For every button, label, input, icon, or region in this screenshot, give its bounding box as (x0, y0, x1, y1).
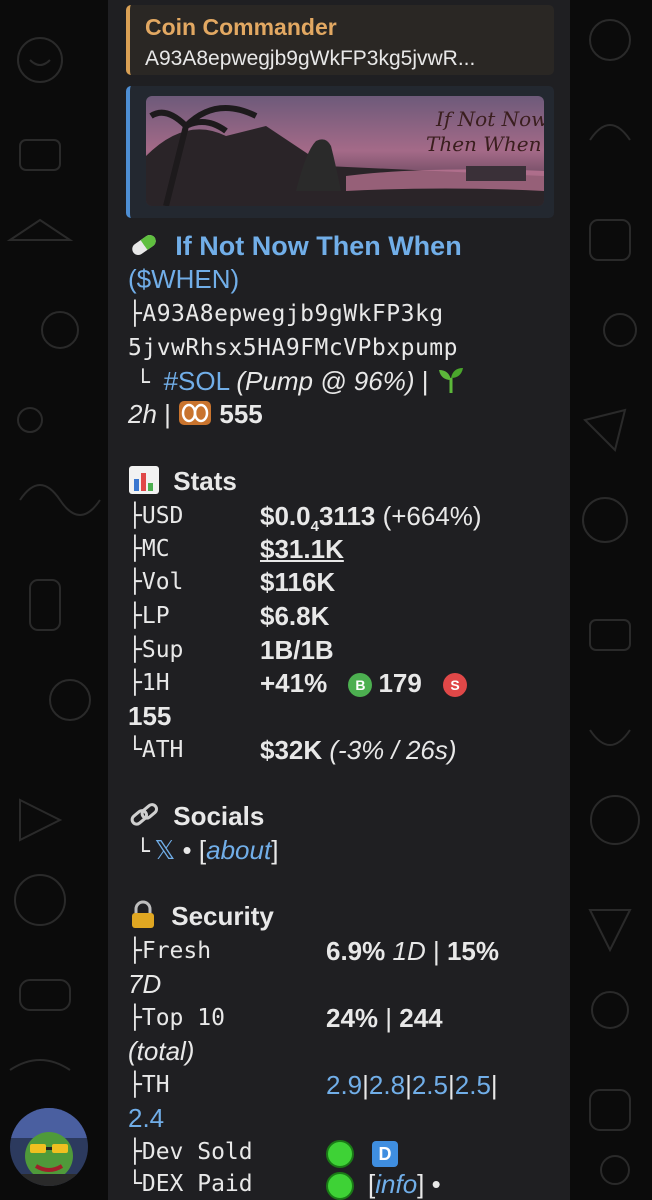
eyes-icon (178, 400, 212, 433)
bracket-close: ] (271, 835, 279, 865)
token-title-line: If Not Now Then When (128, 230, 462, 266)
contract-line-1[interactable]: ├A93A8epwegjb9gWkFP3kg (128, 298, 444, 330)
preview-image-text-2: Then When (426, 132, 541, 156)
stat-label-lp: ├LP (128, 603, 170, 629)
security-value-dex-paid: [info] • (326, 1168, 441, 1200)
age-views-line: 2h | 555 (128, 398, 263, 433)
stat-value-vol: $116K (260, 567, 336, 597)
th-link-3[interactable]: 2.5 (412, 1070, 448, 1100)
info-link[interactable]: info (375, 1169, 417, 1199)
link-preview[interactable]: If Not Now Then When (126, 86, 554, 218)
sell-count: 155 (128, 701, 172, 731)
stat-label-vol: ├Vol (128, 569, 184, 595)
link-icon (128, 800, 160, 837)
stat-label-1h: ├1H (128, 670, 170, 696)
separator: | (156, 399, 179, 429)
about-link[interactable]: about (206, 835, 271, 865)
tree-end: └ (136, 839, 151, 865)
avatar[interactable] (10, 1108, 88, 1186)
socials-title: Socials (173, 801, 265, 832)
chart-icon (128, 465, 160, 502)
token-age: 2h (128, 399, 157, 429)
security-title: Security (171, 901, 274, 932)
reply-author-name: Coin Commander (145, 14, 337, 40)
stat-label-usd: ├USD (128, 503, 184, 529)
seedling-icon (436, 366, 466, 401)
bullet: • (424, 1169, 441, 1199)
reply-text: A93A8epwegjb9gWkFP3kg5jvwR... (145, 47, 476, 70)
lock-icon (128, 900, 158, 937)
top10-total-note: (total) (128, 1036, 195, 1066)
preview-image-text-1: If Not Now (435, 107, 544, 131)
security-heading: Security (128, 900, 274, 937)
security-value-fresh: 6.9% 1D | 15% (326, 936, 499, 966)
fresh-7d-unit: 7D (128, 969, 162, 999)
pill-icon (128, 231, 160, 266)
security-value-dev-sold: D (326, 1136, 398, 1169)
th-link-1[interactable]: 2.9 (326, 1070, 362, 1100)
stat-value-lp: $6.8K (260, 601, 330, 631)
stat-value-mc[interactable]: $31.1K (260, 533, 344, 565)
security-label-th: ├TH (128, 1072, 170, 1098)
green-circle-icon (326, 1140, 354, 1169)
buy-count: 179 (378, 668, 422, 698)
stat-value-ath: $32K (-3% / 26s) (260, 735, 457, 765)
change-1h: +41% (260, 668, 328, 698)
stat-value-1h: +41% B 179 S (260, 667, 473, 699)
security-value-th: 2.9|2.8|2.5|2.5| (326, 1070, 498, 1100)
dev-badge-icon[interactable]: D (372, 1141, 398, 1168)
security-value-top10: 24% | 244 (326, 1003, 443, 1033)
green-circle-icon (326, 1172, 354, 1200)
security-label-dex-paid: └DEX Paid (128, 1171, 253, 1197)
stats-title: Stats (173, 466, 237, 497)
socials-links-line: └ 𝕏 • [about] (128, 834, 278, 868)
contract-address-part-1[interactable]: A93A8epwegjb9gWkFP3kg (142, 301, 443, 327)
th-link-4[interactable]: 2.5 (455, 1070, 491, 1100)
security-label-fresh: ├Fresh (128, 938, 212, 964)
tree-end: └ (136, 370, 151, 396)
stat-value-sup: 1B/1B (260, 635, 334, 665)
stat-label-ath: └ATH (128, 737, 184, 763)
x-link-icon[interactable]: 𝕏 (154, 835, 175, 865)
preview-image[interactable]: If Not Now Then When (146, 96, 544, 206)
th-link-2[interactable]: 2.8 (369, 1070, 405, 1100)
socials-heading: Socials (128, 800, 264, 837)
chain-line: └ #SOL (Pump @ 96%) | (128, 365, 466, 401)
stat-label-sup: ├Sup (128, 637, 184, 663)
buy-badge-icon: B (348, 673, 373, 698)
chain-hashtag[interactable]: #SOL (164, 366, 230, 396)
pump-progress: (Pump @ 96%) (236, 366, 415, 396)
contract-line-2[interactable]: 5jvwRhsx5HA9FMcVPbxpump (128, 332, 458, 364)
view-count: 555 (219, 399, 263, 429)
separator: | (414, 366, 436, 396)
reply-quote[interactable]: Coin Commander A93A8epwegjb9gWkFP3kg5jvw… (126, 5, 554, 75)
th-link-5[interactable]: 2.4 (128, 1102, 164, 1134)
ticker-link[interactable]: ($WHEN) (128, 264, 239, 294)
bullet: • (175, 835, 199, 865)
security-label-top10: ├Top 10 (128, 1005, 225, 1031)
tree-branch: ├ (128, 301, 143, 327)
token-title-link[interactable]: If Not Now Then When (175, 231, 461, 261)
contract-address-part-2[interactable]: 5jvwRhsx5HA9FMcVPbxpump (128, 335, 458, 361)
ticker-line: ($WHEN) (128, 263, 239, 295)
sell-badge-icon: S (443, 673, 468, 698)
security-label-dev-sold: ├Dev Sold (128, 1139, 253, 1165)
stats-heading: Stats (128, 465, 237, 502)
stat-label-mc: ├MC (128, 536, 170, 562)
